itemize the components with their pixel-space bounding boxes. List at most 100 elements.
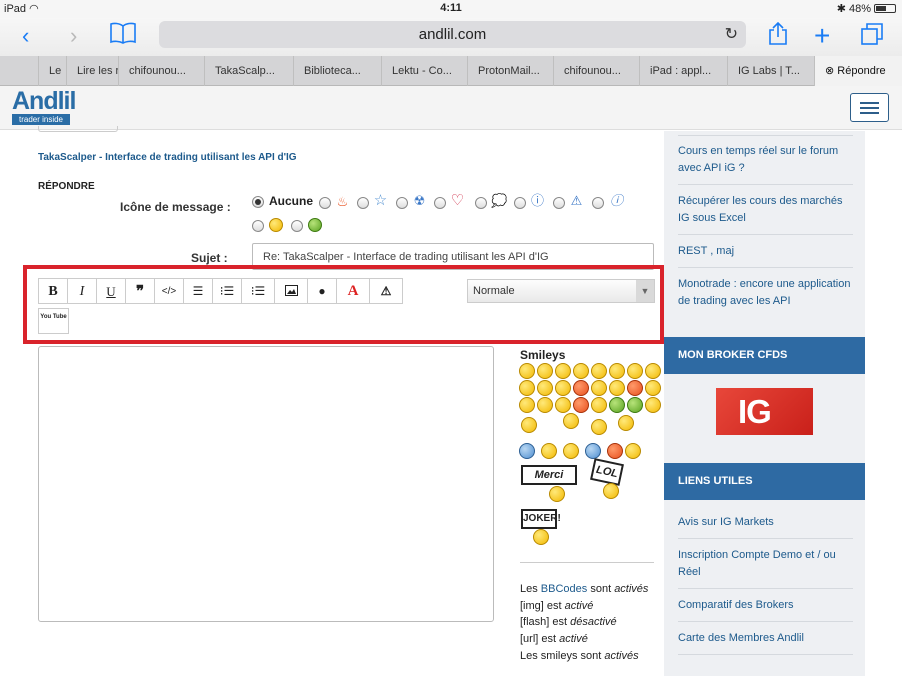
smiley-icon[interactable] xyxy=(645,380,661,396)
speech-bubble-icon: 💭 xyxy=(491,193,508,208)
font-color-button[interactable]: A xyxy=(336,278,370,304)
tab-item[interactable]: iPad : appl... xyxy=(639,56,727,86)
bbcode-help-link[interactable]: BBCodes xyxy=(541,583,587,595)
partial-button[interactable] xyxy=(38,126,118,132)
smiley-icon[interactable] xyxy=(519,443,535,459)
sidebar-useful-link[interactable]: Inscription Compte Demo et / ou Réel xyxy=(678,547,854,581)
devil-smiley-icon[interactable] xyxy=(627,380,643,396)
smiley-icon[interactable] xyxy=(627,363,643,379)
smiley-icon[interactable] xyxy=(555,397,571,413)
code-button[interactable]: </> xyxy=(154,278,184,304)
joker-sign-smiley[interactable]: JOKER! xyxy=(521,509,561,529)
smiley-icon[interactable] xyxy=(537,363,553,379)
icon-radio[interactable] xyxy=(357,197,369,209)
smiley-icon[interactable] xyxy=(541,443,557,459)
icon-radio[interactable] xyxy=(434,197,446,209)
tab-active[interactable]: ⊗ Répondre xyxy=(814,56,902,86)
topic-title-link[interactable]: TakaScalper - Interface de trading utili… xyxy=(38,152,297,163)
smiley-icon[interactable] xyxy=(609,397,625,413)
youtube-button[interactable]: You Tube xyxy=(38,308,69,334)
icon-radio[interactable] xyxy=(291,220,303,232)
bluetooth-icon: ✱ xyxy=(836,3,846,15)
smiley-icon[interactable] xyxy=(555,363,571,379)
reload-icon[interactable]: ↻ xyxy=(725,21,738,48)
smiley-icon[interactable] xyxy=(573,397,589,413)
sidebar-recent-link[interactable]: Cours en temps réel sur le forum avec AP… xyxy=(678,143,854,177)
smiley-icon[interactable] xyxy=(519,363,535,379)
merci-sign-smiley[interactable]: Merci xyxy=(521,465,577,485)
smiley-icon[interactable] xyxy=(618,415,634,431)
smiley-icon[interactable] xyxy=(519,397,535,413)
smiley-icon[interactable] xyxy=(591,380,607,396)
heart-icon: ♡ xyxy=(450,192,465,209)
smiley-icon[interactable] xyxy=(645,397,661,413)
sidebar-useful-link[interactable]: Avis sur IG Markets xyxy=(678,514,854,531)
smiley-icon[interactable] xyxy=(627,397,643,413)
smiley-icon[interactable] xyxy=(555,380,571,396)
icon-radio[interactable] xyxy=(592,197,604,209)
icon-radio-none[interactable] xyxy=(252,196,264,208)
message-textarea[interactable] xyxy=(38,346,494,622)
quote-button[interactable]: ❞ xyxy=(125,278,155,304)
sidebar-useful-link[interactable]: Comparatif des Brokers xyxy=(678,597,854,614)
underline-button[interactable]: U xyxy=(96,278,126,304)
tabs-overview-icon[interactable] xyxy=(860,22,884,53)
icon-radio[interactable] xyxy=(319,197,331,209)
icon-radio[interactable] xyxy=(252,220,264,232)
bookmarks-icon[interactable] xyxy=(110,22,136,51)
smiley-icon[interactable] xyxy=(573,363,589,379)
list-item-button[interactable]: ⁝☰ xyxy=(241,278,275,304)
share-icon[interactable] xyxy=(767,21,789,53)
smiley-icon[interactable] xyxy=(591,397,607,413)
tab-item[interactable]: chifounou... xyxy=(553,56,639,86)
smiley-icon[interactable] xyxy=(519,380,535,396)
sidebar-recent-link[interactable]: REST , maj xyxy=(678,243,854,260)
tab-item[interactable]: ProtonMail... xyxy=(467,56,553,86)
warning-button[interactable]: ⚠ xyxy=(369,278,403,304)
font-size-select[interactable]: Normale ▼ xyxy=(467,279,655,303)
smiley-icon[interactable] xyxy=(537,380,553,396)
icon-radio[interactable] xyxy=(553,197,565,209)
smiley-icon[interactable] xyxy=(607,443,623,459)
address-bar[interactable]: andlil.com ↻ xyxy=(159,21,746,48)
smiley-icon[interactable] xyxy=(521,417,537,433)
tab-item[interactable]: TakaScalp... xyxy=(204,56,293,86)
site-logo[interactable]: Andlil trader inside xyxy=(12,88,76,128)
smiley-icon[interactable] xyxy=(609,363,625,379)
sidebar-recent-link[interactable]: Récupérer les cours des marchés IG sous … xyxy=(678,193,854,227)
url-globe-button[interactable]: ● xyxy=(307,278,337,304)
forward-icon[interactable]: › xyxy=(70,22,77,50)
smiley-icon[interactable] xyxy=(563,413,579,429)
tab-item[interactable]: Biblioteca... xyxy=(293,56,381,86)
new-tab-icon[interactable]: + xyxy=(814,22,830,50)
smiley-icon[interactable] xyxy=(537,397,553,413)
smiley-icon[interactable] xyxy=(645,363,661,379)
icon-radio[interactable] xyxy=(514,197,526,209)
smiley-icon[interactable] xyxy=(625,443,641,459)
bullet-list-button[interactable]: ⁝☰ xyxy=(212,278,242,304)
smiley-icon[interactable] xyxy=(591,419,607,435)
tab-item[interactable]: Lire les r xyxy=(66,56,118,86)
sidebar-recent-link[interactable]: Monotrade : encore une application de tr… xyxy=(678,276,854,310)
smiley-icon[interactable] xyxy=(591,363,607,379)
close-tab-icon[interactable]: ⊗ xyxy=(825,65,834,77)
angry-smiley-icon[interactable] xyxy=(573,380,589,396)
sidebar-useful-link[interactable]: Carte des Membres Andlil xyxy=(678,630,854,647)
smiley-icon[interactable] xyxy=(585,443,601,459)
tab-item[interactable]: IG Labs | T... xyxy=(727,56,814,86)
back-icon[interactable]: ‹ xyxy=(22,22,29,50)
tab-item[interactable]: chifounou... xyxy=(118,56,204,86)
smiley-icon[interactable] xyxy=(563,443,579,459)
icon-radio[interactable] xyxy=(396,197,408,209)
smiley-icon[interactable] xyxy=(609,380,625,396)
tab-item[interactable]: Lektu - Co... xyxy=(381,56,467,86)
list-button[interactable]: ☰ xyxy=(183,278,213,304)
image-button[interactable] xyxy=(274,278,308,304)
menu-toggle-button[interactable] xyxy=(850,93,889,122)
smiley-icon xyxy=(533,529,549,545)
icon-radio[interactable] xyxy=(475,197,487,209)
ig-broker-logo[interactable]: IG xyxy=(716,388,813,435)
italic-button[interactable]: I xyxy=(67,278,97,304)
tab-item[interactable]: Le xyxy=(38,56,66,86)
bold-button[interactable]: B xyxy=(38,278,68,304)
